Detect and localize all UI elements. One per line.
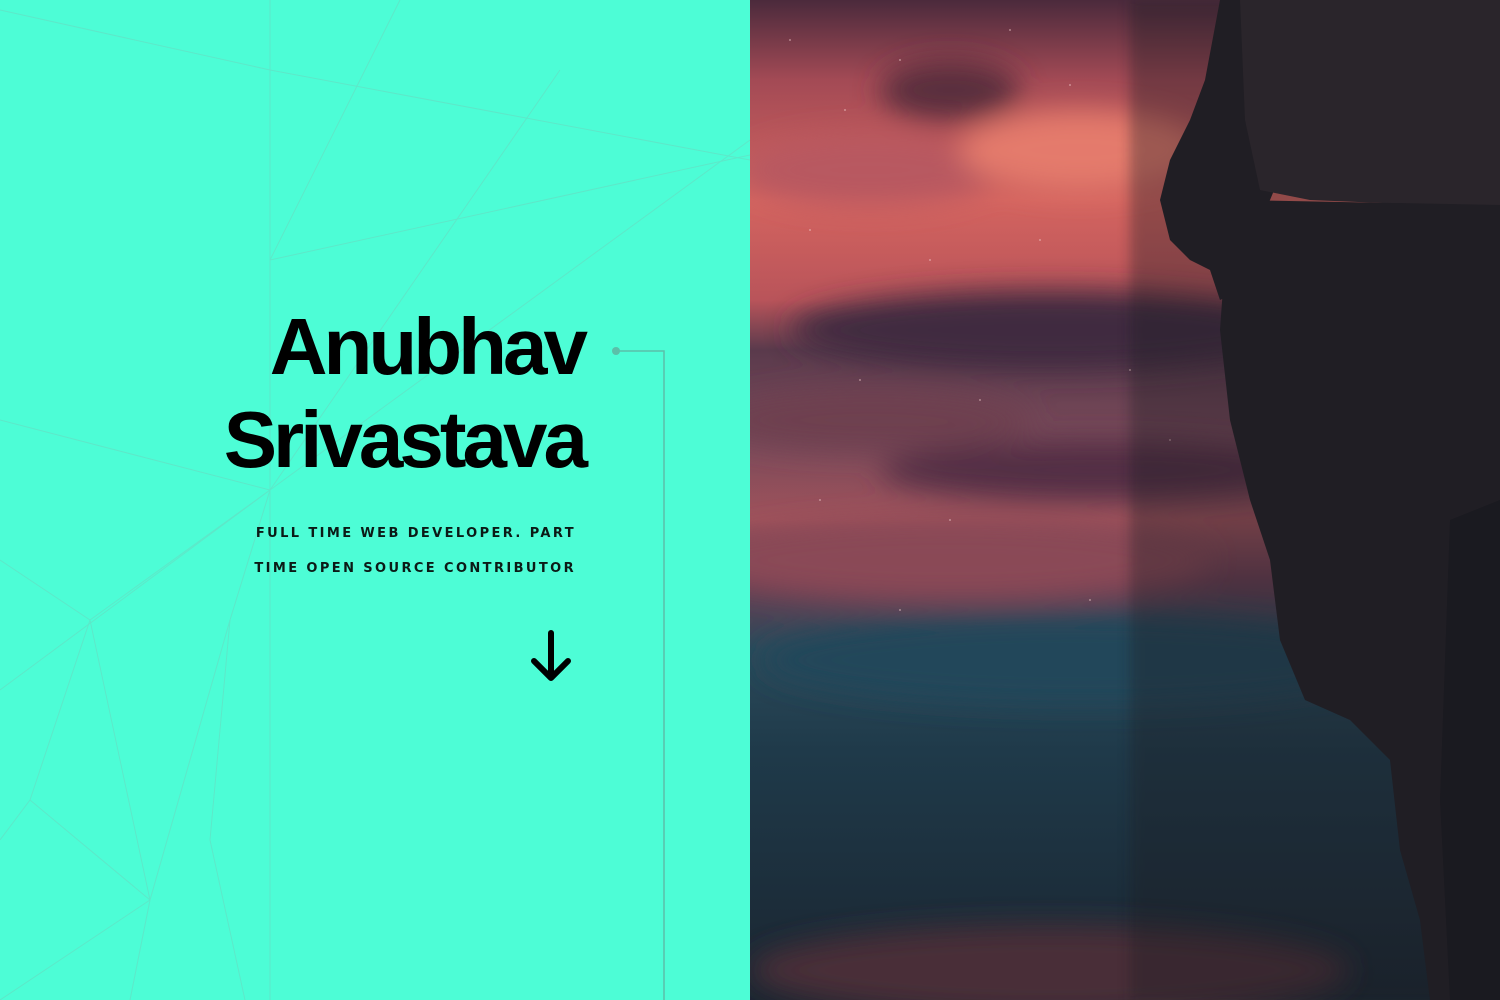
hero-tagline: FULL TIME WEB DEVELOPER. PART TIME OPEN … [236,516,576,586]
scroll-down-button[interactable] [528,627,574,685]
tagline-line-2: TIME OPEN SOURCE CONTRIBUTOR [254,561,576,576]
hero-photo [750,0,1500,1000]
hero-name-last: Srivastava [223,395,588,484]
hero-photo-illustration [750,0,1500,1000]
arrow-down-icon [531,630,571,681]
tagline-line-1: FULL TIME WEB DEVELOPER. PART [255,526,576,541]
hero-panel: Anubhav Srivastava FULL TIME WEB DEVELOP… [0,0,750,1000]
timeline-connector [612,347,665,1000]
hero-name: Anubhav Srivastava [164,300,588,486]
hero-name-first: Anubhav [269,302,588,391]
